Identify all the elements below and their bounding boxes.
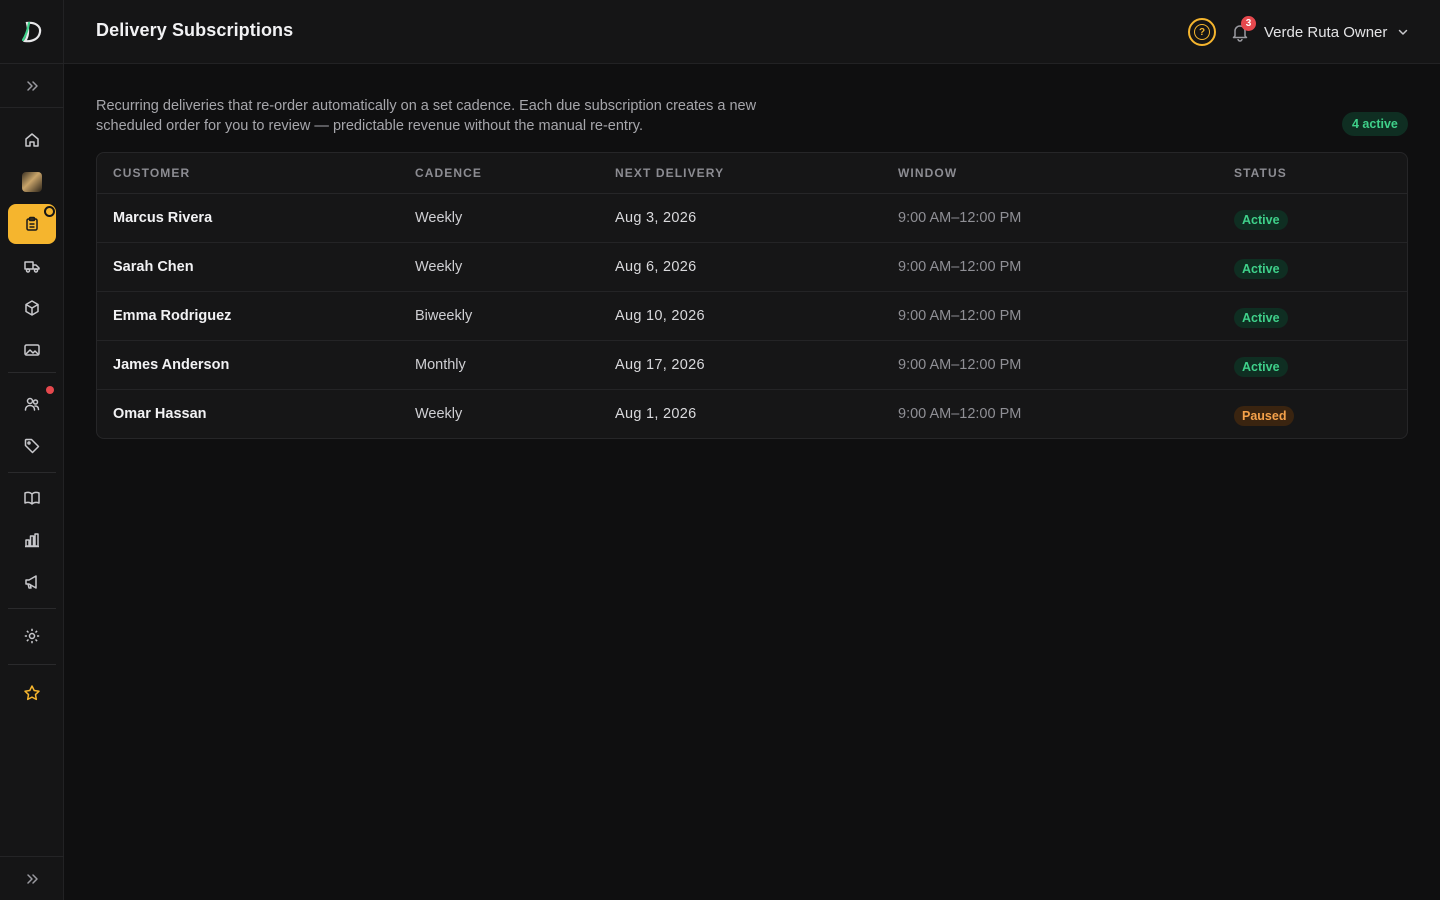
delivery-window: 9:00 AM–12:00 PM bbox=[898, 357, 1022, 373]
sidebar-item-media[interactable] bbox=[8, 330, 56, 370]
users-icon bbox=[24, 397, 40, 411]
table-row[interactable]: Omar Hassan Weekly Aug 1, 2026 9:00 AM–1… bbox=[97, 390, 1407, 438]
sidebar-item-favorites[interactable] bbox=[8, 673, 56, 713]
sidebar-item-deliveries[interactable] bbox=[8, 246, 56, 286]
cadence: Weekly bbox=[415, 210, 463, 226]
sidebar-item-analytics[interactable] bbox=[8, 520, 56, 560]
user-menu[interactable]: Verde Ruta Owner bbox=[1264, 22, 1409, 42]
customer-name: Omar Hassan bbox=[113, 406, 207, 422]
table-header: CUSTOMER CADENCE NEXT DELIVERY WINDOW ST… bbox=[97, 153, 1407, 194]
table-row[interactable]: Marcus Rivera Weekly Aug 3, 2026 9:00 AM… bbox=[97, 194, 1407, 243]
gear-icon bbox=[24, 628, 40, 644]
sidebar-item-marketing[interactable] bbox=[8, 562, 56, 602]
status-badge: Active bbox=[1234, 308, 1288, 328]
column-header-next-delivery: NEXT DELIVERY bbox=[615, 166, 725, 180]
sidebar-item-catalog[interactable] bbox=[8, 478, 56, 518]
app-logo[interactable] bbox=[0, 0, 64, 64]
sidebar-item-pricing[interactable] bbox=[8, 426, 56, 466]
image-icon bbox=[24, 344, 40, 356]
next-delivery: Aug 6, 2026 bbox=[615, 259, 697, 275]
sidebar-divider bbox=[8, 472, 56, 473]
customer-name: Sarah Chen bbox=[113, 259, 194, 275]
column-header-customer: CUSTOMER bbox=[113, 166, 191, 180]
customers-notification-dot bbox=[46, 386, 54, 394]
status-badge: Active bbox=[1234, 357, 1288, 377]
sidebar-divider bbox=[8, 608, 56, 609]
photo-thumbnail bbox=[22, 172, 42, 192]
customer-name: James Anderson bbox=[113, 357, 230, 373]
sidebar-item-home[interactable] bbox=[8, 120, 56, 160]
sidebar bbox=[0, 0, 64, 900]
logo-icon bbox=[21, 21, 42, 42]
tag-icon bbox=[24, 438, 40, 454]
notification-count-badge: 3 bbox=[1241, 16, 1256, 31]
page-description: Recurring deliveries that re-order autom… bbox=[96, 98, 757, 134]
subscriptions-table: CUSTOMER CADENCE NEXT DELIVERY WINDOW ST… bbox=[96, 152, 1408, 439]
active-count-badge: 4 active bbox=[1342, 112, 1408, 136]
column-header-window: WINDOW bbox=[898, 166, 958, 180]
sidebar-item-products[interactable] bbox=[8, 288, 56, 328]
chevrons-right-icon bbox=[27, 873, 38, 884]
expand-sidebar-bottom-button[interactable] bbox=[0, 856, 64, 900]
cadence: Monthly bbox=[415, 357, 466, 373]
chevrons-right-icon bbox=[27, 80, 38, 91]
bar-chart-icon bbox=[25, 533, 39, 548]
delivery-window: 9:00 AM–12:00 PM bbox=[898, 210, 1022, 226]
next-delivery: Aug 3, 2026 bbox=[615, 210, 697, 226]
chevron-down-icon bbox=[1399, 29, 1408, 35]
help-icon: ? bbox=[1194, 24, 1210, 40]
box-icon bbox=[25, 300, 39, 316]
user-name: Verde Ruta Owner bbox=[1264, 23, 1388, 41]
column-header-cadence: CADENCE bbox=[415, 166, 483, 180]
clipboard-icon bbox=[26, 216, 38, 231]
home-icon bbox=[25, 133, 39, 147]
sidebar-item-profile[interactable] bbox=[8, 162, 56, 202]
next-delivery: Aug 10, 2026 bbox=[615, 308, 705, 324]
table-row[interactable]: Sarah Chen Weekly Aug 6, 2026 9:00 AM–12… bbox=[97, 243, 1407, 292]
customer-name: Emma Rodriguez bbox=[113, 308, 232, 324]
delivery-window: 9:00 AM–12:00 PM bbox=[898, 308, 1022, 324]
status-badge: Paused bbox=[1234, 406, 1295, 426]
cadence: Weekly bbox=[415, 259, 463, 275]
customer-name: Marcus Rivera bbox=[113, 210, 213, 226]
megaphone-icon bbox=[25, 575, 37, 589]
truck-icon bbox=[24, 261, 40, 273]
cadence: Weekly bbox=[415, 406, 463, 422]
top-header: Delivery Subscriptions ? 3 Verde Ruta Ow… bbox=[64, 0, 1440, 64]
status-badge: Active bbox=[1234, 210, 1288, 230]
page-title: Delivery Subscriptions bbox=[96, 20, 294, 40]
book-icon bbox=[24, 491, 40, 505]
help-button[interactable]: ? bbox=[1188, 18, 1216, 46]
column-header-status: STATUS bbox=[1234, 166, 1287, 180]
delivery-window: 9:00 AM–12:00 PM bbox=[898, 259, 1022, 275]
table-row[interactable]: James Anderson Monthly Aug 17, 2026 9:00… bbox=[97, 341, 1407, 390]
sidebar-divider bbox=[8, 664, 56, 665]
table-row[interactable]: Emma Rodriguez Biweekly Aug 10, 2026 9:0… bbox=[97, 292, 1407, 341]
subscriptions-indicator-dot bbox=[44, 206, 55, 217]
sidebar-divider bbox=[8, 372, 56, 373]
cadence: Biweekly bbox=[415, 308, 473, 324]
sidebar-item-settings[interactable] bbox=[8, 616, 56, 656]
status-badge: Active bbox=[1234, 259, 1288, 279]
star-icon bbox=[24, 685, 40, 701]
delivery-window: 9:00 AM–12:00 PM bbox=[898, 406, 1022, 422]
next-delivery: Aug 1, 2026 bbox=[615, 406, 697, 422]
next-delivery: Aug 17, 2026 bbox=[615, 357, 705, 373]
expand-sidebar-button[interactable] bbox=[0, 64, 64, 108]
